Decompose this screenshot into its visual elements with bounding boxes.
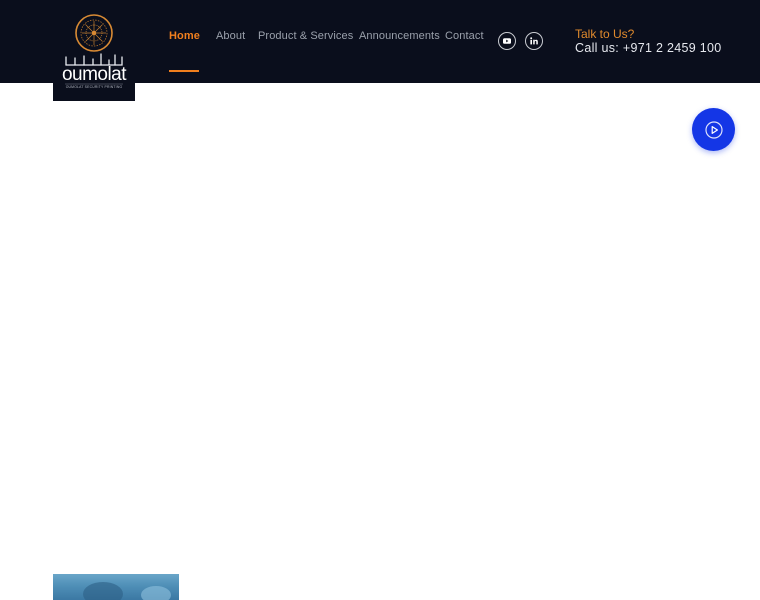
nav-active-indicator [169,70,199,72]
play-icon [704,120,723,139]
youtube-button[interactable] [498,32,516,50]
thumbnail-shape [83,582,123,600]
logo[interactable]: oumolat OUMOLAT SECURITY PRINTING [53,0,135,101]
talk-to-us-label: Talk to Us? [575,27,635,41]
nav-announcements[interactable]: Announcements [359,29,440,43]
linkedin-icon [530,37,538,45]
brand-tagline: OUMOLAT SECURITY PRINTING [66,85,123,89]
nav-about[interactable]: About [216,29,245,43]
nav-contact[interactable]: Contact [445,29,484,43]
nav-product-services[interactable]: Product & Services [258,29,353,43]
video-play-button[interactable] [692,108,735,151]
phone-link[interactable]: Call us: +971 2 2459 100 [575,41,722,56]
brand-name: oumolat [62,64,127,85]
nav-home[interactable]: Home [169,29,200,43]
linkedin-button[interactable] [525,32,543,50]
logo-wordmark: oumolat OUMOLAT SECURITY PRINTING [62,64,128,89]
featured-image-thumbnail[interactable] [53,574,179,600]
thumbnail-shape [141,586,171,600]
youtube-icon [503,38,511,44]
